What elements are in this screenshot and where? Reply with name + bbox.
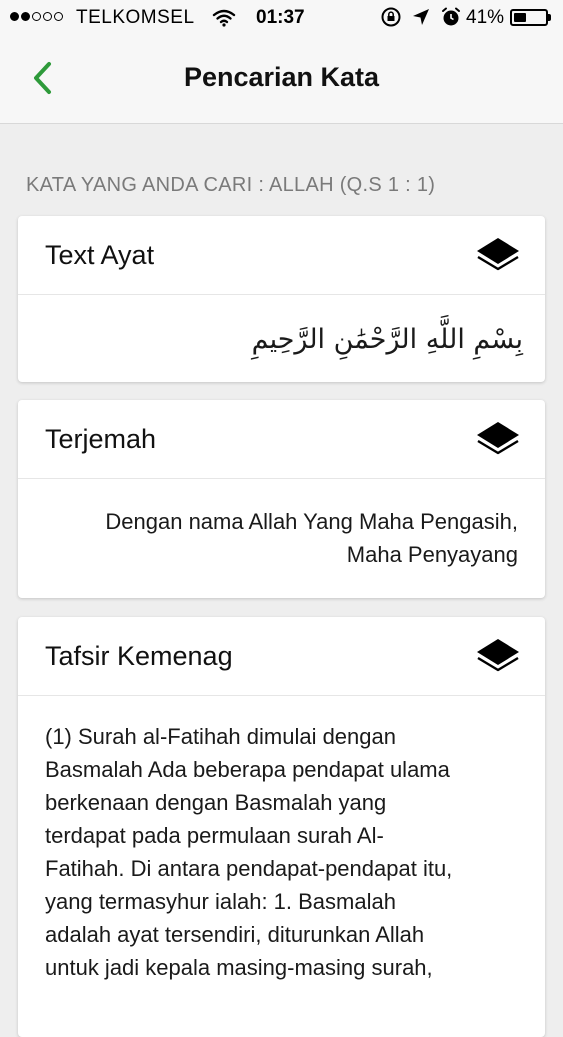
signal-dot <box>43 12 52 21</box>
signal-dot <box>10 12 19 21</box>
card-header: Terjemah <box>18 400 545 479</box>
translation-line: Maha Penyayang <box>346 542 518 567</box>
tafsir-line: Fatihah. Di antara pendapat-pendapat itu… <box>45 856 453 881</box>
page-title: Pencarian Kata <box>183 62 380 92</box>
tafsir-line: yang termasyhur ialah: 1. Basmalah <box>45 889 396 914</box>
tafsir-line: berkenaan dengan Basmalah yang <box>45 790 387 815</box>
battery-percentage: 41% <box>466 7 505 28</box>
navigation-bar: Pencarian Kata <box>0 36 563 124</box>
card-title: Terjemah <box>45 424 157 454</box>
translation-text: Dengan nama Allah Yang Maha Pengasih, Ma… <box>18 479 545 589</box>
card-title: Text Ayat <box>45 240 155 270</box>
text-ayat-card: Text Ayat بِسْمِ اللَّهِ الرَّحْمَٰنِ ال… <box>18 216 545 382</box>
search-result-header: KATA YANG ANDA CARI : ALLAH (Q.S 1 : 1) <box>26 174 436 196</box>
signal-dot <box>21 12 30 21</box>
arabic-verse-text: بِسْمِ اللَّهِ الرَّحْمَٰنِ الرَّحِيمِ <box>251 324 523 355</box>
signal-strength-icon <box>10 12 63 21</box>
battery-level-fill <box>514 13 526 22</box>
card-header: Tafsir Kemenag <box>18 617 545 696</box>
wifi-icon <box>212 8 236 34</box>
clock-time: 01:37 <box>256 7 305 28</box>
layers-icon[interactable] <box>475 418 521 462</box>
rotation-lock-icon <box>380 6 402 34</box>
tafsir-line: untuk jadi kepala masing-masing surah, <box>45 955 433 980</box>
alarm-icon <box>440 6 462 34</box>
signal-dot <box>54 12 63 21</box>
location-icon <box>412 8 430 32</box>
terjemah-card: Terjemah Dengan nama Allah Yang Maha Pen… <box>18 400 545 598</box>
tafsir-line: (1) Surah al-Fatihah dimulai dengan <box>45 724 396 749</box>
battery-tip <box>548 14 551 21</box>
tafsir-kemenag-card: Tafsir Kemenag (1) Surah al-Fatihah dimu… <box>18 617 545 1037</box>
tafsir-line: Basmalah Ada beberapa pendapat ulama <box>45 757 450 782</box>
signal-dot <box>32 12 41 21</box>
tafsir-line: adalah ayat tersendiri, diturunkan Allah <box>45 922 425 947</box>
battery-icon <box>510 9 548 26</box>
card-title: Tafsir Kemenag <box>45 641 233 671</box>
layers-icon[interactable] <box>475 635 521 679</box>
carrier-name: TELKOMSEL <box>76 7 195 28</box>
tafsir-text: (1) Surah al-Fatihah dimulai dengan Basm… <box>18 696 545 1002</box>
translation-line: Dengan nama Allah Yang Maha Pengasih, <box>105 509 518 534</box>
tafsir-line: terdapat pada permulaan surah Al- <box>45 823 384 848</box>
status-bar: TELKOMSEL 01:37 41% <box>0 0 563 36</box>
layers-icon[interactable] <box>475 234 521 278</box>
card-header: Text Ayat <box>18 216 545 295</box>
